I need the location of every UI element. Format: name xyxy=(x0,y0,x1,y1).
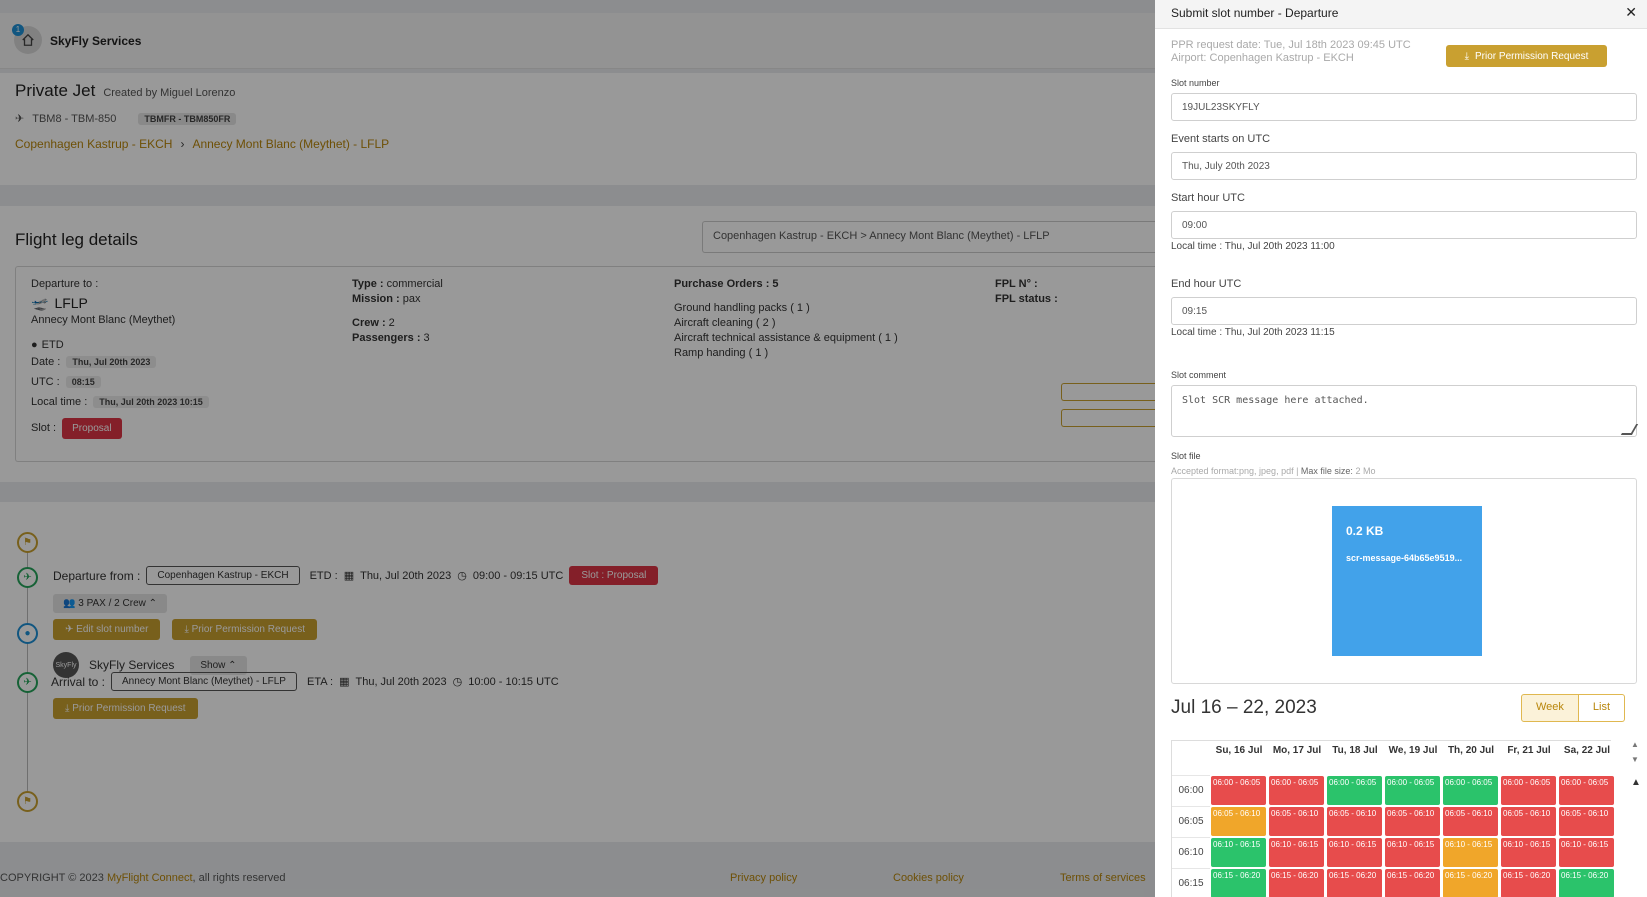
panel-header: Submit slot number - Departure ✕ xyxy=(1155,0,1647,29)
calendar-view-toggle: Week List xyxy=(1521,694,1626,722)
calendar-slot[interactable]: 06:15 - 06:20 xyxy=(1501,869,1556,897)
event-start-input[interactable] xyxy=(1171,152,1637,180)
scroll-up-icon[interactable]: ▲ xyxy=(1631,740,1639,749)
calendar-slot[interactable]: 06:10 - 06:15 xyxy=(1559,838,1614,867)
ppr-download-label: Prior Permission Request xyxy=(1475,50,1589,62)
calendar-time-label: 06:15 xyxy=(1172,868,1210,897)
download-icon: ⤓ xyxy=(1464,50,1470,62)
calendar-slot[interactable]: 06:10 - 06:15 xyxy=(1211,838,1266,867)
calendar-slot[interactable]: 06:00 - 06:05 xyxy=(1327,776,1382,805)
calendar-slot[interactable]: 06:05 - 06:10 xyxy=(1211,807,1266,836)
event-start-label: Event starts on UTC xyxy=(1171,133,1271,145)
calendar-day-header: Th, 20 Jul xyxy=(1447,745,1495,756)
calendar-slot[interactable]: 06:10 - 06:15 xyxy=(1327,838,1382,867)
calendar-slot[interactable]: 06:05 - 06:10 xyxy=(1385,807,1440,836)
calendar-slot[interactable]: 06:15 - 06:20 xyxy=(1211,869,1266,897)
calendar-slot[interactable]: 06:05 - 06:10 xyxy=(1269,807,1324,836)
calendar-slot[interactable]: 06:15 - 06:20 xyxy=(1327,869,1382,897)
file-preview[interactable]: 0.2 KB scr-message-64b65e9519... xyxy=(1332,506,1482,656)
start-hour-input[interactable] xyxy=(1171,211,1637,239)
close-icon[interactable]: ✕ xyxy=(1625,4,1637,21)
slot-file-label: Slot file xyxy=(1171,451,1201,461)
max-size-label: Max file size: xyxy=(1300,466,1353,476)
scroll-thumb-icon[interactable]: ▲ xyxy=(1631,777,1641,788)
calendar-day-header: Tu, 18 Jul xyxy=(1332,745,1378,756)
calendar-slot[interactable]: 06:00 - 06:05 xyxy=(1269,776,1324,805)
end-hour-input[interactable] xyxy=(1171,297,1637,325)
calendar-slot[interactable]: 06:00 - 06:05 xyxy=(1385,776,1440,805)
calendar-title: Jul 16 – 22, 2023 xyxy=(1171,697,1317,718)
calendar-slot[interactable]: 06:00 - 06:05 xyxy=(1443,776,1498,805)
calendar-slot[interactable]: 06:15 - 06:20 xyxy=(1559,869,1614,897)
panel-title: Submit slot number - Departure xyxy=(1171,6,1339,20)
accepted-format-text: Accepted format:png, jpeg, pdf | xyxy=(1171,466,1301,476)
start-local-time: Local time : Thu, Jul 20th 2023 11:00 xyxy=(1171,241,1335,252)
calendar-slot[interactable]: 06:10 - 06:15 xyxy=(1385,838,1440,867)
file-size: 0.2 KB xyxy=(1346,524,1384,538)
calendar-time-label: 06:00 xyxy=(1172,775,1210,805)
start-hour-label: Start hour UTC xyxy=(1171,192,1245,204)
calendar-grid: Su, 16 Jul Mo, 17 Jul Tu, 18 Jul We, 19 Jul… xyxy=(1171,740,1614,897)
ppr-info: PPR request date: Tue, Jul 18th 2023 09:… xyxy=(1171,39,1411,65)
calendar-slot[interactable]: 06:00 - 06:05 xyxy=(1559,776,1614,805)
slot-submit-panel: Submit slot number - Departure ✕ PPR req… xyxy=(1155,0,1647,897)
scroll-down-icon[interactable]: ▼ xyxy=(1631,755,1639,764)
calendar-day-header: Mo, 17 Jul xyxy=(1272,745,1322,756)
file-dropzone[interactable]: 0.2 KB scr-message-64b65e9519... xyxy=(1171,478,1637,684)
end-local-time: Local time : Thu, Jul 20th 2023 11:15 xyxy=(1171,327,1335,338)
slot-number-label: Slot number xyxy=(1171,78,1220,88)
calendar-slot[interactable]: 06:00 - 06:05 xyxy=(1211,776,1266,805)
ppr-request-date: PPR request date: Tue, Jul 18th 2023 09:… xyxy=(1171,39,1411,51)
accepted-formats: Accepted format:png, jpeg, pdf | Max fil… xyxy=(1171,466,1375,476)
calendar-slot[interactable]: 06:10 - 06:15 xyxy=(1501,838,1556,867)
calendar-slot[interactable]: 06:05 - 06:10 xyxy=(1501,807,1556,836)
calendar-day-header: Fr, 21 Jul xyxy=(1507,745,1551,756)
calendar-slot[interactable]: 06:05 - 06:10 xyxy=(1559,807,1614,836)
calendar-slot[interactable]: 06:15 - 06:20 xyxy=(1443,869,1498,897)
slot-number-input[interactable] xyxy=(1171,93,1637,121)
calendar-slot[interactable]: 06:05 - 06:10 xyxy=(1443,807,1498,836)
calendar-slot[interactable]: 06:10 - 06:15 xyxy=(1443,838,1498,867)
calendar-slot[interactable]: 06:05 - 06:10 xyxy=(1327,807,1382,836)
calendar-time-label: 06:05 xyxy=(1172,806,1210,836)
end-hour-label: End hour UTC xyxy=(1171,278,1242,290)
file-name: scr-message-64b65e9519... xyxy=(1346,553,1463,563)
slot-comment-textarea[interactable]: Slot SCR message here attached. xyxy=(1171,385,1637,437)
calendar-slot[interactable]: 06:15 - 06:20 xyxy=(1385,869,1440,897)
calendar-slot[interactable]: 06:00 - 06:05 xyxy=(1501,776,1556,805)
week-view-button[interactable]: Week xyxy=(1521,694,1579,722)
ppr-download-button[interactable]: ⤓ Prior Permission Request xyxy=(1446,45,1607,67)
calendar-time-label: 06:10 xyxy=(1172,837,1210,867)
calendar-day-header: We, 19 Jul xyxy=(1388,745,1438,756)
slot-comment-label: Slot comment xyxy=(1171,370,1227,380)
modal-backdrop[interactable] xyxy=(0,0,1155,897)
calendar-day-header: Sa, 22 Jul xyxy=(1563,745,1611,756)
list-view-button[interactable]: List xyxy=(1578,694,1626,722)
calendar-slot[interactable]: 06:10 - 06:15 xyxy=(1269,838,1324,867)
calendar-day-header: Su, 16 Jul xyxy=(1215,745,1263,756)
max-size-value: 2 Mo xyxy=(1352,466,1376,476)
ppr-airport: Airport: Copenhagen Kastrup - EKCH xyxy=(1171,52,1354,64)
calendar-slot[interactable]: 06:15 - 06:20 xyxy=(1269,869,1324,897)
